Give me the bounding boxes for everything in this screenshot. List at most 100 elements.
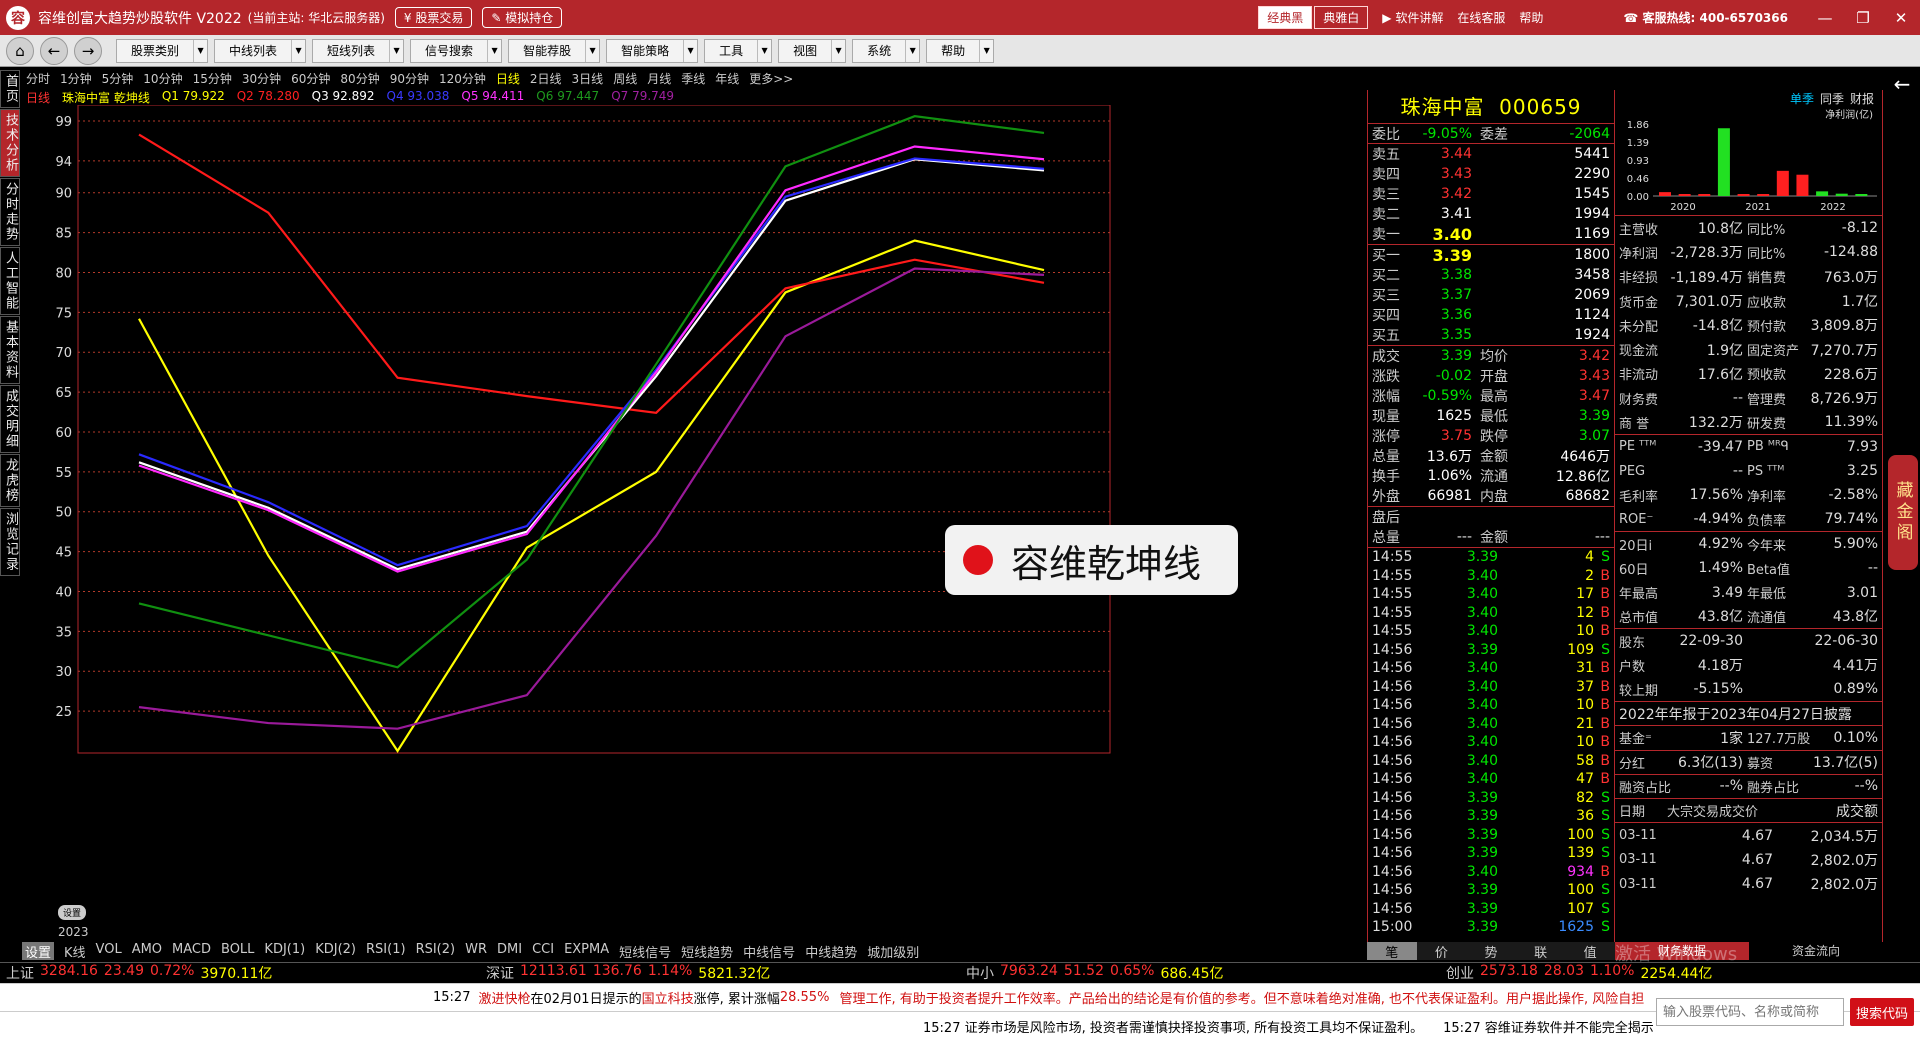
quote-tab-2[interactable]: 势 [1466, 942, 1516, 961]
period-3[interactable]: 10分钟 [143, 70, 182, 88]
period-8[interactable]: 90分钟 [390, 70, 429, 88]
finance-value: 79.74% [1824, 511, 1878, 528]
home-icon[interactable]: ⌂ [6, 36, 34, 65]
left-tab-2[interactable]: 分时走势 [0, 178, 20, 246]
menu-1[interactable]: 中线列表 ▼ [214, 38, 307, 63]
indicator-tab-12[interactable]: CCI [532, 942, 554, 960]
finance-value: -39.47 [1697, 438, 1743, 455]
indicator-tab-0[interactable]: 设置 [22, 942, 55, 961]
indicator-tab-18[interactable]: 城加级别 [867, 942, 919, 961]
indicator-tab-13[interactable]: EXPMA [564, 942, 609, 960]
period-9[interactable]: 120分钟 [439, 70, 486, 88]
period-6[interactable]: 60分钟 [291, 70, 330, 88]
period-11[interactable]: 2日线 [530, 70, 562, 88]
after-hours-row: 总量 --- 金额 --- [1372, 529, 1610, 546]
period-4[interactable]: 15分钟 [193, 70, 232, 88]
quote-tab-0[interactable]: 笔 [1367, 942, 1417, 961]
left-tab-4[interactable]: 基本资料 [0, 316, 20, 384]
quote-tab-1[interactable]: 价 [1417, 942, 1467, 961]
indicator-tab-7[interactable]: KDJ(2) [315, 942, 356, 960]
block-trade-head-cell: 大宗交易成交价 [1667, 805, 1759, 821]
minimize-icon[interactable]: — [1806, 9, 1844, 27]
finance-row: 年最高 3.49 年最低 3.01 [1615, 580, 1882, 604]
theme-elegant-white-tab[interactable]: 典雅白 [1314, 6, 1369, 29]
indicator-tab-5[interactable]: BOLL [221, 942, 254, 960]
quote-tab-3[interactable]: 联 [1516, 942, 1566, 961]
menu-9[interactable]: 帮助 ▼ [926, 38, 995, 63]
index-3[interactable]: 创业 2573.18 28.03 1.10% 2254.44亿 [1440, 963, 1920, 982]
collapse-arrow-icon[interactable]: ← [1884, 72, 1920, 96]
quote-stats: 成交 3.39 均价 3.42 涨跌 -0.02 开盘 3.43 涨幅 -0.59% 最高 3.47 现… [1368, 345, 1614, 506]
indicator-tab-3[interactable]: AMO [132, 942, 162, 960]
close-icon[interactable]: ✕ [1882, 9, 1920, 27]
index-2[interactable]: 中小 7963.24 51.52 0.65% 686.45亿 [960, 963, 1440, 982]
indicator-tab-9[interactable]: RSI(2) [416, 942, 456, 960]
finance-head-0[interactable]: 单季 [1790, 90, 1814, 108]
indicator-tab-15[interactable]: 短线趋势 [681, 942, 733, 961]
menu-7[interactable]: 视图 ▼ [778, 38, 847, 63]
tutorial-link[interactable]: ▶ 软件讲解 [1382, 9, 1443, 26]
maximize-icon[interactable]: ❐ [1844, 9, 1882, 27]
menu-8[interactable]: 系统 ▼ [852, 38, 921, 63]
cangjinge-button[interactable]: 藏金阁 [1888, 455, 1918, 570]
period-16[interactable]: 年线 [715, 70, 739, 88]
menu-6[interactable]: 工具 ▼ [704, 38, 773, 63]
period-15[interactable]: 季线 [681, 70, 705, 88]
forward-icon[interactable]: → [74, 36, 102, 65]
menu-3[interactable]: 信号搜索 ▼ [410, 38, 503, 63]
tick-list[interactable]: 14:55 3.39 4 S 14:55 3.40 2 B 14:55 3.40 17 B 14:55 3… [1368, 547, 1614, 937]
hotline-label: ☎ 客服热线: 400-6570366 [1623, 11, 1788, 25]
sim-position-button[interactable]: ✎ 模拟持仓 [482, 7, 563, 28]
period-10[interactable]: 日线 [496, 70, 520, 88]
menu-2[interactable]: 短线列表 ▼ [312, 38, 405, 63]
indicator-tab-17[interactable]: 中线趋势 [805, 942, 857, 961]
period-13[interactable]: 周线 [613, 70, 637, 88]
news-stock-link[interactable]: 国立科技 [642, 988, 694, 1007]
menu-5[interactable]: 智能策略 ▼ [606, 38, 699, 63]
period-14[interactable]: 月线 [647, 70, 671, 88]
indicator-tab-4[interactable]: MACD [172, 942, 211, 960]
indicator-tab-10[interactable]: WR [465, 942, 487, 960]
stock-trade-button[interactable]: ¥ 股票交易 [394, 7, 473, 28]
indicator-tab-11[interactable]: DMI [497, 942, 522, 960]
help-link[interactable]: 帮助 [1519, 9, 1543, 26]
online-service-link[interactable]: 在线客服 [1457, 9, 1505, 26]
left-tab-5[interactable]: 成交明细 [0, 385, 20, 453]
left-tab-6[interactable]: 龙虎榜 [0, 454, 20, 507]
period-2[interactable]: 5分钟 [102, 70, 134, 88]
period-5[interactable]: 30分钟 [242, 70, 281, 88]
period-12[interactable]: 3日线 [572, 70, 604, 88]
menu-4[interactable]: 智能荐股 ▼ [508, 38, 601, 63]
index-1[interactable]: 深证 12113.61 136.76 1.14% 5821.32亿 [480, 963, 960, 982]
indicator-tab-2[interactable]: VOL [96, 942, 122, 960]
finance-value: 43.8亿 [1697, 609, 1743, 626]
indicator-tab-14[interactable]: 短线信号 [619, 942, 671, 961]
finance-head-1[interactable]: 同季 [1820, 90, 1844, 108]
finance-value: 4.92% [1698, 536, 1743, 552]
left-tab-7[interactable]: 浏览记录 [0, 508, 20, 576]
dropdown-arrow-icon: ▼ [683, 39, 697, 62]
period-0[interactable]: 分时 [26, 70, 50, 88]
theme-classic-black-tab[interactable]: 经典黑 [1258, 6, 1313, 29]
indicator-tab-1[interactable]: K线 [64, 942, 86, 961]
index-0[interactable]: 上证 3284.16 23.49 0.72% 3970.11亿 [0, 963, 480, 982]
chart-settings-button[interactable]: 设置 [58, 905, 87, 920]
indicator-tab-16[interactable]: 中线信号 [743, 942, 795, 961]
quote-tab-4[interactable]: 值 [1565, 942, 1615, 961]
left-tab-1[interactable]: 技术分析 [0, 109, 20, 177]
tick-direction: B [1600, 678, 1610, 695]
indicator-tab-6[interactable]: KDJ(1) [264, 942, 305, 960]
index-pct: 0.65% [1110, 963, 1155, 979]
back-icon[interactable]: ← [40, 36, 68, 65]
left-tab-3[interactable]: 人工智能 [0, 247, 20, 315]
tick-volume: 10 [1576, 734, 1594, 751]
stock-search-input[interactable] [1656, 998, 1844, 1026]
left-tab-0[interactable]: 首页 [0, 70, 20, 108]
finance-head-2[interactable]: 财报 [1850, 90, 1874, 108]
search-code-button[interactable]: 搜索代码 [1850, 998, 1914, 1026]
period-7[interactable]: 80分钟 [340, 70, 379, 88]
period-1[interactable]: 1分钟 [60, 70, 92, 88]
period-17[interactable]: 更多>> [749, 70, 793, 88]
indicator-tab-8[interactable]: RSI(1) [366, 942, 406, 960]
menu-0[interactable]: 股票类别 ▼ [116, 38, 209, 63]
